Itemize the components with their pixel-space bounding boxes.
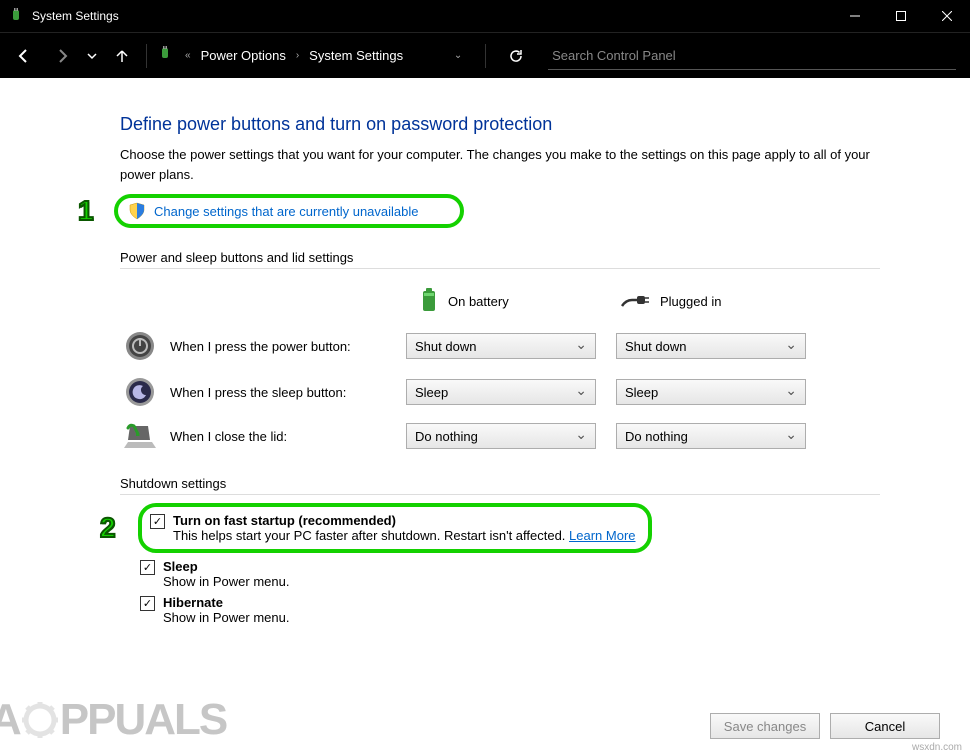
search-input[interactable] xyxy=(548,42,956,70)
lid-plugged-dropdown[interactable]: Do nothing xyxy=(616,423,806,449)
fast-startup-checkbox[interactable]: ✓ xyxy=(150,514,165,529)
sleep-checkbox[interactable]: ✓ xyxy=(140,560,155,575)
refresh-button[interactable] xyxy=(498,38,534,74)
plug-icon xyxy=(620,290,650,313)
gear-icon xyxy=(20,700,60,740)
maximize-button[interactable] xyxy=(878,0,924,32)
row-lid: When I close the lid: Do nothing Do noth… xyxy=(120,422,940,450)
change-settings-link[interactable]: Change settings that are currently unava… xyxy=(154,204,419,219)
watermark-a: A xyxy=(0,695,20,745)
forward-button[interactable] xyxy=(44,38,80,74)
app-icon xyxy=(8,8,24,24)
column-on-battery: On battery xyxy=(420,287,620,316)
column-plugged-in: Plugged in xyxy=(620,290,820,313)
hibernate-desc: Show in Power menu. xyxy=(163,610,289,625)
breadcrumb-system-settings[interactable]: System Settings xyxy=(303,44,409,67)
battery-icon xyxy=(420,287,438,316)
column-headers: On battery Plugged in xyxy=(120,287,940,316)
power-button-icon xyxy=(120,330,160,362)
shield-icon xyxy=(128,202,146,220)
hibernate-checkbox[interactable]: ✓ xyxy=(140,596,155,611)
breadcrumb-icon xyxy=(157,46,173,65)
group-power-sleep-header: Power and sleep buttons and lid settings xyxy=(120,250,940,265)
minimize-button[interactable] xyxy=(832,0,878,32)
watermark: A PPUALS xyxy=(0,695,226,745)
column-on-battery-label: On battery xyxy=(448,294,509,309)
lid-icon xyxy=(120,422,160,450)
up-button[interactable] xyxy=(104,38,140,74)
page-title: Define power buttons and turn on passwor… xyxy=(120,114,940,135)
sleep-desc: Show in Power menu. xyxy=(163,574,289,589)
chevron-left-icon: « xyxy=(185,50,191,61)
row-power-button: When I press the power button: Shut down… xyxy=(120,330,940,362)
column-plugged-in-label: Plugged in xyxy=(660,294,721,309)
hibernate-row: ✓ Hibernate Show in Power menu. xyxy=(140,595,940,625)
sleep-title: Sleep xyxy=(163,559,289,574)
breadcrumb-dropdown[interactable]: ⌄ xyxy=(443,50,473,61)
footer-credit: wsxdn.com xyxy=(912,742,962,753)
fast-startup-row: ✓ Turn on fast startup (recommended) Thi… xyxy=(150,513,636,543)
save-button[interactable]: Save changes xyxy=(710,713,820,739)
history-dropdown[interactable] xyxy=(82,38,102,74)
power-button-label: When I press the power button: xyxy=(160,339,406,354)
sleep-button-plugged-dropdown[interactable]: Sleep xyxy=(616,379,806,405)
sleep-row: ✓ Sleep Show in Power menu. xyxy=(140,559,940,589)
page-description: Choose the power settings that you want … xyxy=(120,145,880,184)
callout-fast-startup: 2 ✓ Turn on fast startup (recommended) T… xyxy=(138,503,652,553)
search-box xyxy=(548,42,956,70)
sleep-button-battery-dropdown[interactable]: Sleep xyxy=(406,379,596,405)
navbar: « Power Options › System Settings ⌄ xyxy=(0,32,970,78)
window-title: System Settings xyxy=(32,9,119,23)
close-button[interactable] xyxy=(924,0,970,32)
lid-battery-dropdown[interactable]: Do nothing xyxy=(406,423,596,449)
cancel-button[interactable]: Cancel xyxy=(830,713,940,739)
lid-label: When I close the lid: xyxy=(160,429,406,444)
group-shutdown-header: Shutdown settings xyxy=(120,476,940,491)
back-button[interactable] xyxy=(6,38,42,74)
annotation-number-2: 2 xyxy=(100,512,116,544)
callout-change-settings: 1 Change settings that are currently una… xyxy=(114,194,464,228)
fast-startup-title: Turn on fast startup (recommended) xyxy=(173,513,636,528)
power-button-plugged-dropdown[interactable]: Shut down xyxy=(616,333,806,359)
fast-startup-desc: This helps start your PC faster after sh… xyxy=(173,528,636,543)
row-sleep-button: When I press the sleep button: Sleep Sle… xyxy=(120,376,940,408)
power-button-battery-dropdown[interactable]: Shut down xyxy=(406,333,596,359)
watermark-text: PPUALS xyxy=(60,695,226,745)
breadcrumb-power-options[interactable]: Power Options xyxy=(195,44,292,67)
bottom-buttons: Save changes Cancel xyxy=(710,713,940,739)
content-area: Define power buttons and turn on passwor… xyxy=(0,78,970,755)
sleep-button-label: When I press the sleep button: xyxy=(160,385,406,400)
annotation-number-1: 1 xyxy=(78,195,94,227)
breadcrumb[interactable]: « Power Options › System Settings ⌄ xyxy=(179,44,479,67)
chevron-right-icon: › xyxy=(296,50,299,61)
nav-separator xyxy=(146,44,147,68)
sleep-button-icon xyxy=(120,376,160,408)
nav-separator-2 xyxy=(485,44,486,68)
window-controls xyxy=(832,0,970,32)
hibernate-title: Hibernate xyxy=(163,595,289,610)
titlebar: System Settings xyxy=(0,0,970,32)
learn-more-link[interactable]: Learn More xyxy=(569,528,635,543)
